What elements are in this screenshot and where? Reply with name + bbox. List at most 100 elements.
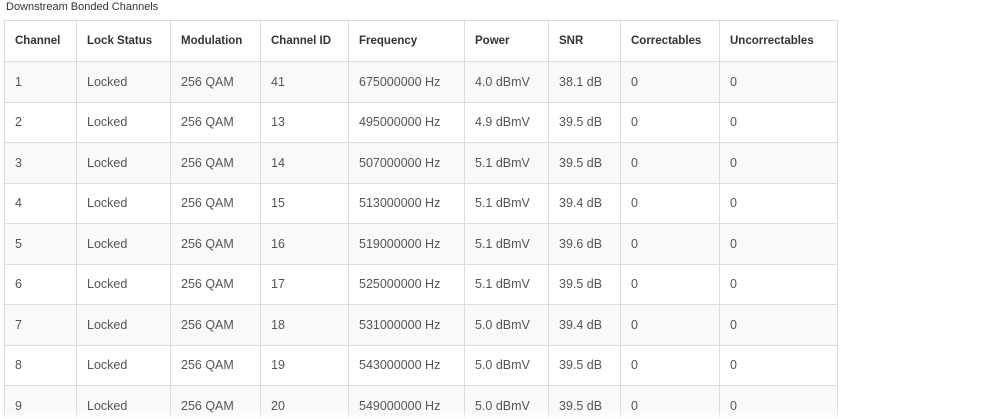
cell-power: 5.0 dBmV: [464, 344, 549, 386]
table-row: 7 Locked 256 QAM 18 531000000 Hz 5.0 dBmV 39.4…: [4, 304, 838, 346]
cell-modulation: 256 QAM: [170, 182, 261, 224]
cell-channel-id: 14: [260, 142, 349, 184]
cell-lock-status: Locked: [76, 344, 171, 386]
cell-power: 4.0 dBmV: [464, 61, 549, 103]
cell-channel-id: 20: [260, 385, 349, 419]
page: Downstream Bonded Channels Channel Lock …: [0, 0, 999, 419]
cell-uncorrectables: 0: [719, 61, 838, 103]
column-header-modulation: Modulation: [170, 20, 261, 62]
cell-uncorrectables: 0: [719, 182, 838, 224]
table-row: 3 Locked 256 QAM 14 507000000 Hz 5.1 dBmV 39.5…: [4, 142, 838, 184]
cell-channel: 2: [4, 101, 77, 143]
downstream-channels-table: Channel Lock Status Modulation Channel I…: [4, 20, 838, 419]
cell-snr: 39.5 dB: [548, 142, 621, 184]
cell-lock-status: Locked: [76, 142, 171, 184]
cell-correctables: 0: [620, 263, 720, 305]
cell-uncorrectables: 0: [719, 223, 838, 265]
cell-channel: 7: [4, 304, 77, 346]
cell-frequency: 519000000 Hz: [348, 223, 465, 265]
cell-frequency: 507000000 Hz: [348, 142, 465, 184]
cell-snr: 39.5 dB: [548, 263, 621, 305]
column-header-channel: Channel: [4, 20, 77, 62]
column-header-channel-id: Channel ID: [260, 20, 349, 62]
cell-frequency: 525000000 Hz: [348, 263, 465, 305]
cell-channel: 4: [4, 182, 77, 224]
column-header-lock-status: Lock Status: [76, 20, 171, 62]
cell-power: 5.1 dBmV: [464, 223, 549, 265]
cell-frequency: 543000000 Hz: [348, 344, 465, 386]
table-body: 1 Locked 256 QAM 41 675000000 Hz 4.0 dBmV 38.1…: [4, 61, 838, 419]
cell-channel: 8: [4, 344, 77, 386]
cell-snr: 39.4 dB: [548, 182, 621, 224]
cell-modulation: 256 QAM: [170, 223, 261, 265]
cell-lock-status: Locked: [76, 304, 171, 346]
cell-channel: 5: [4, 223, 77, 265]
cell-uncorrectables: 0: [719, 263, 838, 305]
cell-channel-id: 18: [260, 304, 349, 346]
column-header-frequency: Frequency: [348, 20, 465, 62]
cell-frequency: 675000000 Hz: [348, 61, 465, 103]
cell-lock-status: Locked: [76, 223, 171, 265]
column-header-uncorrectables: Uncorrectables: [719, 20, 838, 62]
cell-channel-id: 41: [260, 61, 349, 103]
table-row: 6 Locked 256 QAM 17 525000000 Hz 5.1 dBmV 39.5…: [4, 263, 838, 305]
cell-power: 5.0 dBmV: [464, 304, 549, 346]
cell-modulation: 256 QAM: [170, 344, 261, 386]
cell-modulation: 256 QAM: [170, 142, 261, 184]
column-header-snr: SNR: [548, 20, 621, 62]
cell-frequency: 513000000 Hz: [348, 182, 465, 224]
section-title: Downstream Bonded Channels: [6, 1, 159, 13]
cell-modulation: 256 QAM: [170, 304, 261, 346]
cell-modulation: 256 QAM: [170, 385, 261, 419]
cell-snr: 39.5 dB: [548, 385, 621, 419]
column-header-power: Power: [464, 20, 549, 62]
cell-channel-id: 19: [260, 344, 349, 386]
cell-modulation: 256 QAM: [170, 101, 261, 143]
table-header-row: Channel Lock Status Modulation Channel I…: [4, 20, 838, 62]
cell-uncorrectables: 0: [719, 142, 838, 184]
cell-channel-id: 16: [260, 223, 349, 265]
cell-power: 5.1 dBmV: [464, 182, 549, 224]
cell-modulation: 256 QAM: [170, 263, 261, 305]
cell-uncorrectables: 0: [719, 385, 838, 419]
cell-channel: 9: [4, 385, 77, 419]
cell-correctables: 0: [620, 385, 720, 419]
cell-snr: 39.5 dB: [548, 344, 621, 386]
cell-uncorrectables: 0: [719, 344, 838, 386]
cell-channel: 6: [4, 263, 77, 305]
cell-snr: 38.1 dB: [548, 61, 621, 103]
cell-snr: 39.6 dB: [548, 223, 621, 265]
cell-power: 5.0 dBmV: [464, 385, 549, 419]
cell-correctables: 0: [620, 142, 720, 184]
cell-snr: 39.4 dB: [548, 304, 621, 346]
cell-correctables: 0: [620, 223, 720, 265]
cell-frequency: 549000000 Hz: [348, 385, 465, 419]
cell-correctables: 0: [620, 344, 720, 386]
cell-lock-status: Locked: [76, 61, 171, 103]
cell-channel-id: 15: [260, 182, 349, 224]
cell-uncorrectables: 0: [719, 101, 838, 143]
cell-correctables: 0: [620, 101, 720, 143]
cell-snr: 39.5 dB: [548, 101, 621, 143]
table-row: 8 Locked 256 QAM 19 543000000 Hz 5.0 dBmV 39.5…: [4, 344, 838, 386]
cell-lock-status: Locked: [76, 263, 171, 305]
table-row: 4 Locked 256 QAM 15 513000000 Hz 5.1 dBmV 39.4…: [4, 182, 838, 224]
cell-correctables: 0: [620, 61, 720, 103]
cell-channel: 1: [4, 61, 77, 103]
cell-frequency: 495000000 Hz: [348, 101, 465, 143]
column-header-correctables: Correctables: [620, 20, 720, 62]
cell-lock-status: Locked: [76, 101, 171, 143]
cell-correctables: 0: [620, 304, 720, 346]
table-row: 9 Locked 256 QAM 20 549000000 Hz 5.0 dBmV 39.5…: [4, 385, 838, 419]
cell-power: 5.1 dBmV: [464, 142, 549, 184]
cell-uncorrectables: 0: [719, 304, 838, 346]
table-row: 2 Locked 256 QAM 13 495000000 Hz 4.9 dBmV 39.5…: [4, 101, 838, 143]
cell-lock-status: Locked: [76, 385, 171, 419]
cell-power: 5.1 dBmV: [464, 263, 549, 305]
cell-modulation: 256 QAM: [170, 61, 261, 103]
cell-lock-status: Locked: [76, 182, 171, 224]
cell-correctables: 0: [620, 182, 720, 224]
cell-frequency: 531000000 Hz: [348, 304, 465, 346]
table-row: 5 Locked 256 QAM 16 519000000 Hz 5.1 dBmV 39.6…: [4, 223, 838, 265]
cell-channel-id: 17: [260, 263, 349, 305]
